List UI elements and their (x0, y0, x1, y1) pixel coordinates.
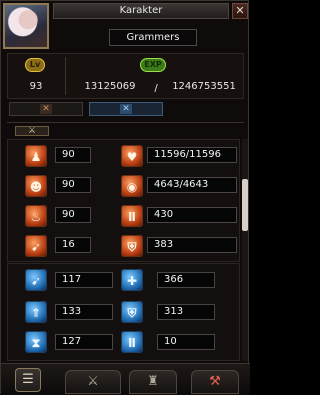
sword-tab-icon: ⚔ (87, 374, 99, 389)
stat-evasion-value: 133 (55, 304, 113, 320)
exp-separator: / (154, 83, 158, 94)
bottom-tab-bar: ☰ ⚔ ♜ ⚒ (1, 363, 250, 395)
stat-magic-defense-value: 313 (157, 304, 215, 320)
exp-current: 13125069 (84, 81, 136, 92)
cross-swords-icon: ✕ (40, 104, 52, 114)
strength-figure-icon: ♟ (25, 145, 47, 167)
stat-defense-value: 383 (147, 237, 237, 253)
cross-swords-blue-icon: ✕ (120, 104, 132, 114)
pillar-blue-icon: Ⅱ (121, 331, 143, 353)
stat-hit-value: 366 (157, 272, 215, 288)
close-button[interactable]: ✕ (232, 3, 248, 19)
character-portrait-avatar (3, 3, 49, 49)
exp-badge-icon: EXP (140, 58, 166, 72)
stat-strength-value: 90 (55, 147, 91, 163)
divider (65, 57, 66, 95)
sword-icon: ⚔ (15, 126, 49, 136)
stat-attack-value: 430 (147, 207, 237, 223)
character-name: Grammers (109, 29, 197, 46)
stat-mp-value: 4643/4643 (147, 177, 237, 193)
stat-cast-speed-value: 127 (55, 334, 113, 350)
tab-armor[interactable]: ♜ (129, 370, 177, 394)
shield-defense-icon: ⛨ (121, 235, 143, 257)
arrows-up-icon: ⇑ (25, 301, 47, 323)
potion-icon: ♨ (25, 205, 47, 227)
stat-critical-value: 10 (157, 334, 215, 350)
speed-boot-icon: ➹ (25, 269, 47, 291)
head-intelligence-icon: ☻ (25, 175, 47, 197)
scrollbar[interactable] (242, 139, 248, 361)
stat-hp-value: 11596/11596 (147, 147, 237, 163)
stat-agility-value: 16 (55, 237, 91, 253)
level-exp-panel: Lv EXP 93 13125069 / 1246753551 (7, 53, 244, 99)
orb-mp-icon: ◉ (121, 175, 143, 197)
boot-agility-icon: ➹ (25, 235, 47, 257)
shield-magic-icon: ⛨ (121, 301, 143, 323)
stat-speed-value: 117 (55, 272, 113, 288)
pillar-attack-icon: Ⅱ (121, 205, 143, 227)
character-window: Karakter ✕ Grammers Lv EXP 93 13125069 /… (0, 0, 250, 395)
tab-document[interactable]: ☰ (15, 368, 41, 392)
tab-physical[interactable]: ✕ (9, 102, 83, 116)
level-badge-icon: Lv (25, 58, 45, 72)
exp-max: 1246753551 (172, 81, 236, 92)
cross-hit-icon: ✚ (121, 269, 143, 291)
window-title: Karakter (53, 3, 229, 19)
hourglass-icon: ⧗ (25, 331, 47, 353)
level-value: 93 (29, 81, 43, 92)
tab-skills[interactable]: ⚒ (191, 370, 239, 394)
heart-hp-icon: ♥ (121, 145, 143, 167)
document-icon: ☰ (22, 372, 34, 387)
tab-magic[interactable]: ✕ (89, 102, 163, 116)
tab-equipment[interactable]: ⚔ (65, 370, 121, 394)
helmet-tab-icon: ♜ (147, 374, 159, 389)
skill-tab-icon: ⚒ (209, 374, 221, 389)
scrollbar-thumb[interactable] (242, 179, 248, 231)
stat-intelligence-value: 90 (55, 177, 91, 193)
stat-health-value: 90 (55, 207, 91, 223)
weapon-section-header: ⚔ (7, 122, 244, 136)
